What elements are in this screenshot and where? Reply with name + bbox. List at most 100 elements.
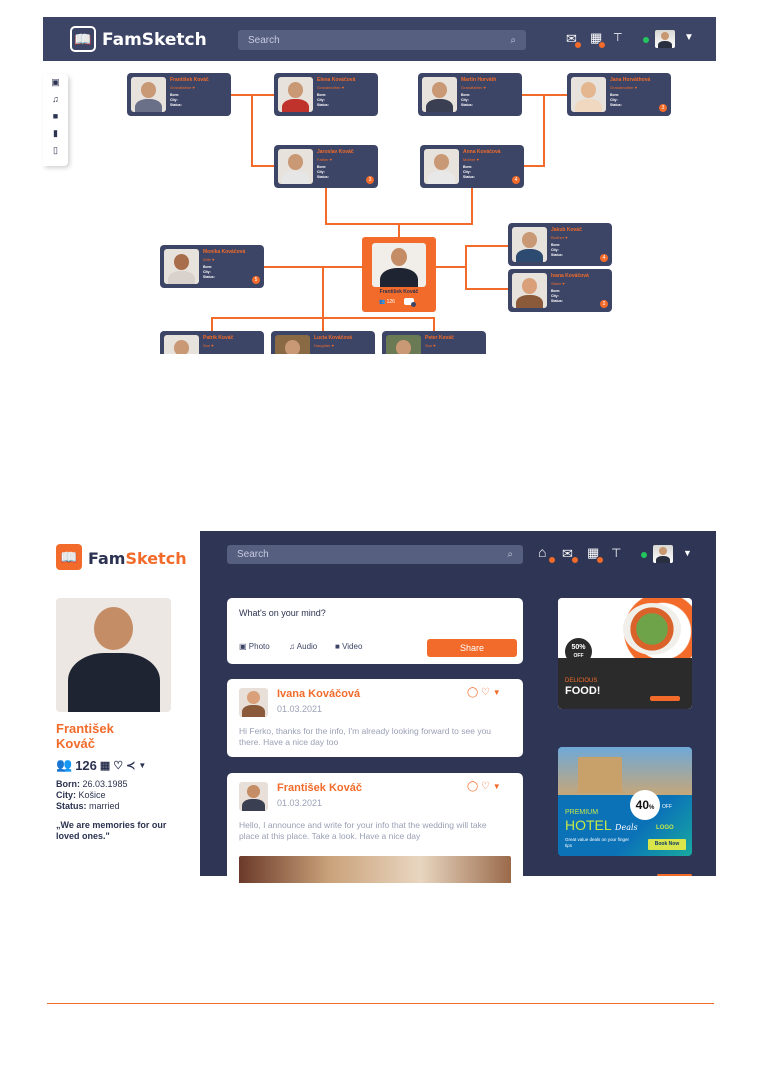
tree-icon[interactable]: ⊤ bbox=[613, 31, 623, 44]
person-card[interactable]: Jana Horváthová Grandmother ♥ Born: City:… bbox=[567, 73, 671, 116]
children-row: Patrik Kováč Son ♥ Lucia Kováčová Daught… bbox=[160, 331, 490, 354]
person-name: Anna Kováčová bbox=[463, 149, 501, 155]
audio-button[interactable]: ♫ Audio bbox=[289, 642, 317, 651]
person-card[interactable]: Elena Kováčová Grandmother ♥ Born: City: S… bbox=[274, 73, 378, 116]
media-toolbar: ▣ ♫ ■ ▮ ▯ bbox=[43, 74, 68, 166]
chevron-down-icon[interactable]: ▼ bbox=[684, 32, 694, 43]
person-card[interactable]: Peter Kováč Son ♥ bbox=[382, 331, 486, 354]
composer-prompt[interactable]: What's on your mind? bbox=[239, 608, 326, 618]
brand-name[interactable]: FamSketch bbox=[88, 549, 187, 568]
heart-icon[interactable]: ♡ bbox=[481, 781, 490, 792]
person-relation: Grandmother ♥ bbox=[317, 85, 345, 90]
brand-name[interactable]: FamSketch bbox=[102, 30, 207, 50]
person-name: Patrik Kováč bbox=[203, 335, 234, 341]
post-author[interactable]: František Kováč bbox=[277, 782, 362, 794]
person-card[interactable]: Anna Kováčová Mother ♥ Born: City: Status:… bbox=[420, 145, 524, 188]
chevron-down-icon[interactable]: ▼ bbox=[683, 548, 692, 558]
hotel-ad[interactable]: 40% OFF PREMIUM HOTEL Deals LOGO Great v… bbox=[558, 747, 692, 856]
chevron-down-icon[interactable]: ▼ bbox=[493, 688, 501, 697]
video-icon[interactable]: ■ bbox=[43, 108, 68, 125]
person-details: Born: City: Status: bbox=[461, 93, 473, 107]
person-card[interactable]: Lucia Kováčová Daughter ♥ bbox=[271, 331, 375, 354]
hotel-off-label: OFF bbox=[662, 804, 672, 810]
person-photo bbox=[386, 335, 421, 354]
heart-icon[interactable]: ♡ bbox=[113, 759, 123, 772]
connector bbox=[264, 266, 362, 268]
photo-button[interactable]: ▣ Photo bbox=[239, 642, 270, 651]
person-card[interactable]: František Kováč Grandfather ♥ Born: City:… bbox=[127, 73, 231, 116]
post-actions: ◯ ♡ ▼ bbox=[467, 687, 501, 698]
notebook-icon[interactable]: ▯ bbox=[43, 142, 68, 159]
online-status-dot bbox=[643, 37, 649, 43]
profile-quote: „We are memories for our loved ones." bbox=[56, 820, 167, 841]
person-relation: Grandfather ♥ bbox=[170, 85, 195, 90]
share-icon[interactable]: ≺ bbox=[126, 759, 135, 772]
person-badge: 3 bbox=[659, 104, 667, 112]
music-icon[interactable]: ♫ bbox=[43, 91, 68, 108]
person-card[interactable]: Patrik Kováč Son ♥ bbox=[160, 331, 264, 354]
person-card[interactable]: Martin Horváth Grandfather ♥ Born: City: S… bbox=[418, 73, 522, 116]
book-logo-icon: 📖 bbox=[70, 26, 96, 52]
person-badge: 3 bbox=[366, 176, 374, 184]
user-avatar[interactable] bbox=[655, 30, 675, 48]
food-ad-line2: FOOD! bbox=[565, 685, 601, 697]
share-button[interactable]: Share bbox=[427, 639, 517, 657]
post-text: Hello, I announce and write for your inf… bbox=[239, 820, 487, 841]
person-card[interactable]: Ivana Kováčová Sister ♥ Born: City: Status… bbox=[508, 269, 612, 312]
post-author-avatar[interactable] bbox=[239, 782, 268, 811]
comment-icon[interactable]: ◯ bbox=[467, 781, 478, 792]
search-input[interactable]: Search ⌕ bbox=[227, 545, 523, 564]
post-date: 01.03.2021 bbox=[277, 704, 323, 714]
post-image[interactable] bbox=[239, 856, 511, 883]
hotel-ad-line2: HOTEL Deals bbox=[565, 817, 638, 833]
video-button[interactable]: ■ Video bbox=[335, 642, 362, 651]
person-relation: Son ♥ bbox=[203, 343, 214, 348]
users-icon: 👥 bbox=[56, 757, 73, 772]
person-card[interactable]: Monika Kováčová Wife ♥ Born: City: Status:… bbox=[160, 245, 264, 288]
person-details: Born: City: Status: bbox=[551, 289, 563, 303]
connector bbox=[465, 245, 467, 289]
feed-panel: Search ⌕ ⌂ ✉ ▦ ⊤ ▼ What's on your mind? … bbox=[200, 531, 716, 883]
heart-icon[interactable]: ♡ bbox=[481, 687, 490, 698]
calendar-notification-dot bbox=[596, 556, 604, 564]
person-card[interactable]: Jakub Kováč Brother ♥ Born: City: Status: … bbox=[508, 223, 612, 266]
current-person-card[interactable]: František Kováč 👥 126 bbox=[362, 237, 436, 312]
user-avatar[interactable] bbox=[653, 545, 673, 563]
image-icon: ▣ bbox=[239, 642, 247, 651]
person-name: Jaroslav Kováč bbox=[317, 149, 354, 155]
connector bbox=[211, 317, 213, 332]
person-card[interactable]: Jaroslav Kováč Father ♥ Born: City: Status… bbox=[274, 145, 378, 188]
person-details: Born: City: Status: bbox=[463, 165, 475, 179]
person-photo bbox=[512, 227, 547, 262]
post-author[interactable]: Ivana Kováčová bbox=[277, 688, 360, 700]
chevron-down-icon[interactable]: ▼ bbox=[493, 782, 501, 791]
hotel-book-button[interactable]: Book Now bbox=[648, 839, 686, 850]
person-photo bbox=[278, 77, 313, 112]
person-relation: Grandmother ♥ bbox=[610, 85, 638, 90]
food-discount-badge: 50% OFF bbox=[565, 638, 592, 665]
connector bbox=[251, 165, 274, 167]
food-ad[interactable]: 50% OFF DELICIOUS FOOD! bbox=[558, 598, 692, 709]
image-icon[interactable]: ▣ bbox=[43, 74, 68, 91]
tree-icon[interactable]: ⊤ bbox=[611, 546, 621, 560]
person-relation: Grandfather ♥ bbox=[461, 85, 486, 90]
mail-notification-dot bbox=[571, 556, 579, 564]
post-actions: ◯ ♡ ▼ bbox=[467, 781, 501, 792]
person-details: Born: City: Status: bbox=[317, 165, 329, 179]
food-ad-cta[interactable] bbox=[650, 696, 680, 701]
calendar-icon[interactable]: ▦ bbox=[100, 759, 110, 772]
hotel-logo: LOGO bbox=[656, 825, 674, 831]
post-author-avatar[interactable] bbox=[239, 688, 268, 717]
chevron-down-icon[interactable]: ▼ bbox=[138, 761, 146, 770]
person-relation: Wife ♥ bbox=[203, 257, 215, 262]
home-icon[interactable]: ⌂ bbox=[538, 544, 546, 560]
post-composer: What's on your mind? ▣ Photo ♫ Audio ■ V… bbox=[227, 598, 523, 664]
profile-photo bbox=[56, 598, 171, 712]
book-icon[interactable]: ▮ bbox=[43, 125, 68, 142]
comment-icon[interactable]: ◯ bbox=[467, 687, 478, 698]
connector bbox=[398, 223, 400, 238]
hotel-discount-badge: 40% bbox=[630, 790, 660, 820]
hotel-ad-subtext: Great value deals on your finger tips bbox=[565, 837, 630, 848]
person-details: Born: City: Status: bbox=[551, 243, 563, 257]
search-input[interactable]: Search ⌕ bbox=[238, 30, 526, 50]
